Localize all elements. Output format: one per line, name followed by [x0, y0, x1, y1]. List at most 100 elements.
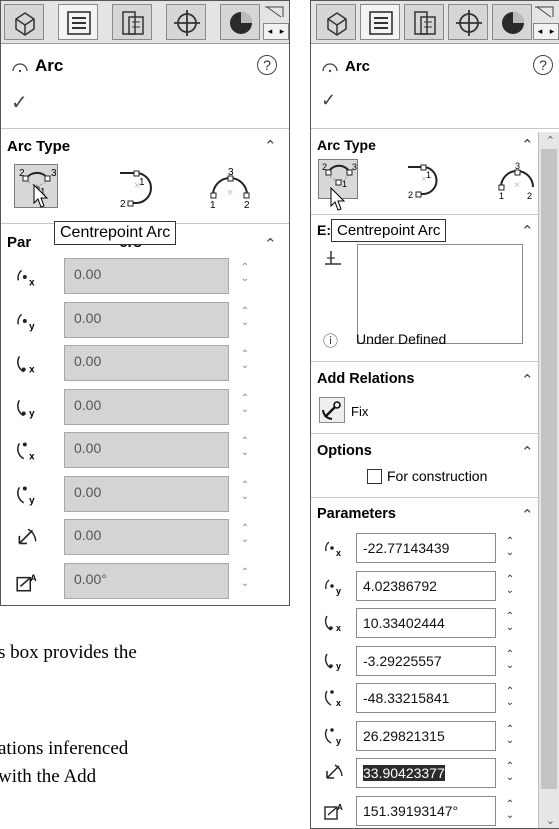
collapse-existing-relations-icon[interactable]: ⌃	[521, 222, 534, 240]
add-relations-header[interactable]: Add Relations	[317, 371, 414, 387]
ok-button[interactable]: ✓	[321, 90, 336, 111]
parameter-field[interactable]: 0.00	[64, 388, 229, 425]
parameter-row: x 0.00 ⌃ ⌄	[1, 430, 289, 470]
tab-display-manager[interactable]	[492, 4, 532, 40]
tab-property-manager[interactable]	[360, 4, 400, 40]
collapse-parameters-icon[interactable]: ⌃	[264, 235, 277, 253]
spin-arrows[interactable]: ⌃ ⌄	[239, 567, 251, 589]
parameter-field[interactable]: 33.90423377	[356, 758, 496, 788]
ok-button[interactable]: ✓	[11, 90, 28, 115]
parameter-field[interactable]: 0.00	[64, 258, 229, 294]
tab-property-manager[interactable]	[58, 4, 98, 40]
collapse-parameters-icon[interactable]: ⌃	[521, 506, 534, 524]
arc-type-header[interactable]: Arc Type	[7, 138, 70, 155]
angle-icon: A	[15, 570, 39, 599]
spin-arrows[interactable]: ⌃ ⌄	[504, 686, 516, 708]
parameter-field[interactable]: 0.00	[64, 432, 229, 468]
spin-arrows[interactable]: ⌃ ⌄	[239, 523, 251, 545]
parameter-row: x 0.00 ⌃ ⌄	[1, 343, 289, 383]
svg-text:A: A	[337, 803, 343, 812]
spin-arrows[interactable]: ⌃ ⌄	[504, 611, 516, 633]
tab-feature-manager[interactable]	[316, 4, 356, 40]
parameter-field[interactable]: 4.02386792	[356, 570, 496, 601]
display-manager-icon	[230, 12, 252, 34]
end-x-icon: x	[323, 687, 345, 714]
parameter-field[interactable]: 151.39193147°	[356, 795, 496, 826]
tab-scroll-arrows[interactable]: ◂ ▸	[533, 23, 559, 40]
parameter-field[interactable]: -22.77143439	[356, 533, 496, 563]
three-point-arc-button[interactable]: × 3 1 2	[496, 159, 536, 200]
parameter-field[interactable]: 0.00	[64, 519, 229, 555]
spin-arrows[interactable]: ⌃ ⌄	[504, 649, 516, 671]
feature-tree-icon	[15, 12, 35, 36]
for-construction-label: For construction	[387, 468, 488, 484]
arc-feature-icon	[12, 63, 28, 73]
divider	[311, 214, 539, 215]
parameter-row: 0.00 ⌃ ⌄	[1, 517, 289, 557]
parameter-field[interactable]: 0.00°	[64, 562, 229, 599]
spin-arrows[interactable]: ⌃ ⌄	[239, 349, 251, 371]
parameter-row: x -48.33215841 ⌃ ⌄	[311, 681, 559, 717]
parameter-field[interactable]: 10.33402444	[356, 608, 496, 638]
collapse-arc-type-icon[interactable]: ⌃	[521, 136, 534, 154]
svg-text:A: A	[30, 572, 37, 582]
parameter-row: y 4.02386792 ⌃ ⌄	[311, 569, 559, 605]
spin-arrows[interactable]: ⌃ ⌄	[504, 574, 516, 596]
parameter-field[interactable]: -3.29225557	[356, 645, 496, 676]
panel-corner-icon	[265, 6, 284, 18]
collapse-add-relations-icon[interactable]: ⌃	[521, 371, 534, 389]
start-y-icon: y	[323, 650, 345, 677]
fix-relation-button[interactable]	[319, 397, 345, 423]
tooltip: Centrepoint Arc	[54, 221, 177, 245]
existing-relations-header[interactable]: E:	[317, 222, 331, 238]
three-point-arc-button[interactable]: × 3 1 2	[207, 164, 251, 209]
svg-text:x: x	[29, 365, 35, 376]
spin-arrows[interactable]: ⌃ ⌄	[504, 724, 516, 746]
parameter-field[interactable]: 26.29821315	[356, 720, 496, 751]
tab-scroll-arrows[interactable]: ◂ ▸	[263, 23, 289, 40]
help-icon[interactable]: ?	[257, 55, 277, 75]
parameter-value: 10.33402444	[363, 615, 445, 631]
tab-feature-manager[interactable]	[4, 4, 44, 40]
tab-dimxpert-manager[interactable]	[166, 4, 206, 40]
tab-display-manager[interactable]	[220, 4, 260, 40]
svg-text:y: y	[336, 661, 341, 671]
page-title: Arc	[345, 58, 371, 75]
body-text-line: s box provides the	[0, 642, 137, 663]
parameter-field[interactable]: 0.00	[64, 301, 229, 338]
parameter-field[interactable]: 0.00	[64, 475, 229, 512]
spin-arrows[interactable]: ⌃ ⌄	[504, 799, 516, 821]
scroll-up-icon[interactable]: ⌃	[546, 134, 555, 147]
parameters-header-start: Par	[7, 234, 32, 251]
help-icon[interactable]: ?	[533, 55, 553, 75]
tab-configuration-manager[interactable]	[404, 4, 444, 40]
collapse-arc-type-icon[interactable]: ⌃	[264, 137, 277, 155]
arc-type-header[interactable]: Arc Type	[317, 137, 376, 153]
collapse-options-icon[interactable]: ⌃	[521, 443, 534, 461]
for-construction-checkbox[interactable]	[367, 469, 382, 484]
property-manager-panel-left: ◂ ▸ Arc ? ✓ Arc Type ⌃ 2 1 3 × 1 2 × 3 1…	[0, 0, 290, 606]
arc-digit: 3	[228, 167, 234, 178]
spin-arrows[interactable]: ⌃ ⌄	[239, 480, 251, 502]
svg-text:y: y	[336, 736, 341, 746]
parameter-field[interactable]: 0.00	[64, 345, 229, 381]
parameter-row: y 26.29821315 ⌃ ⌄	[311, 719, 559, 755]
tangent-arc-button[interactable]: × 1 2	[404, 159, 444, 200]
tab-configuration-manager[interactable]	[112, 4, 152, 40]
options-header[interactable]: Options	[317, 443, 372, 459]
parameters-header[interactable]: Parameters	[317, 506, 396, 522]
tab-dimxpert-manager[interactable]	[448, 4, 488, 40]
configuration-icon	[414, 11, 436, 35]
spin-arrows[interactable]: ⌃ ⌄	[239, 262, 251, 284]
configuration-icon	[122, 11, 144, 35]
existing-relations-list[interactable]	[357, 244, 523, 344]
spin-arrows[interactable]: ⌃ ⌄	[239, 393, 251, 415]
tangent-arc-button[interactable]: × 1 2	[115, 164, 159, 209]
parameter-field[interactable]: -48.33215841	[356, 683, 496, 713]
spin-arrows[interactable]: ⌃ ⌄	[504, 761, 516, 783]
spin-arrows[interactable]: ⌃ ⌄	[239, 436, 251, 458]
spin-arrows[interactable]: ⌃ ⌄	[504, 536, 516, 558]
parameter-row: y -3.29225557 ⌃ ⌄	[311, 644, 559, 680]
center-x-icon: x	[323, 537, 345, 564]
spin-arrows[interactable]: ⌃ ⌄	[239, 306, 251, 328]
